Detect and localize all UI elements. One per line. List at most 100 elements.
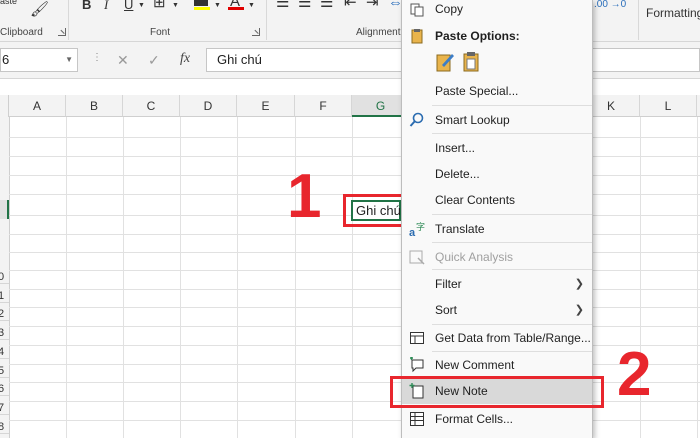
- column-header-a[interactable]: A: [9, 95, 66, 117]
- menu-item-label: Get Data from Table/Range...: [435, 331, 591, 345]
- gridline: [9, 289, 700, 290]
- insert-function-button[interactable]: fx: [180, 51, 190, 67]
- column-header-b[interactable]: B: [66, 95, 123, 117]
- menu-item-label: Sort: [435, 303, 458, 317]
- fill-color-icon[interactable]: [194, 0, 208, 6]
- search-icon: [409, 112, 424, 127]
- fill-color-bar: [194, 7, 210, 10]
- font-color-dropdown-icon[interactable]: ▼: [248, 0, 255, 13]
- decimal-change-icon[interactable]: .00 →0: [594, 0, 626, 12]
- menu-item-label: Smart Lookup: [435, 113, 510, 127]
- borders-dropdown-icon[interactable]: ▼: [172, 0, 179, 13]
- conditional-formatting-label[interactable]: Formatting: [646, 6, 700, 20]
- gridline: [180, 117, 181, 438]
- row-header-17[interactable]: 7: [0, 402, 9, 415]
- menu-item-label: Insert...: [435, 141, 476, 155]
- italic-button[interactable]: I: [104, 0, 108, 12]
- gridline: [9, 156, 700, 157]
- gridline: [66, 117, 67, 438]
- gridline: [9, 137, 700, 138]
- column-header-l[interactable]: L: [640, 95, 697, 117]
- menu-item-new-comment[interactable]: New Comment: [402, 352, 592, 378]
- svg-text:a: a: [409, 227, 416, 237]
- column-header-d[interactable]: D: [180, 95, 237, 117]
- gridline: [352, 117, 353, 438]
- name-box[interactable]: 6 ▼: [0, 48, 78, 72]
- gridline: [123, 117, 124, 438]
- bold-button[interactable]: B: [82, 0, 91, 12]
- row-header-18[interactable]: 8: [0, 421, 9, 434]
- enter-entry-button[interactable]: ✓: [148, 52, 160, 69]
- format-cells-icon: [410, 412, 424, 426]
- comment-icon: [410, 357, 424, 373]
- indent-decrease-icon[interactable]: ⇤: [344, 0, 357, 10]
- svg-text:字: 字: [416, 221, 425, 232]
- gridline: [9, 117, 10, 438]
- menu-item-clear-contents[interactable]: Clear Contents: [402, 187, 592, 213]
- ribbon: aste 🖌 Clipboard B I U ▼ ⊞ ▼ ▼ A ▼ Font …: [0, 0, 700, 42]
- menu-item-copy[interactable]: Copy: [402, 0, 592, 22]
- clipboard-launcher-icon[interactable]: [58, 28, 66, 36]
- format-painter-icon[interactable]: 🖌: [30, 2, 49, 17]
- row-header-11[interactable]: 1: [0, 290, 9, 303]
- column-header-e[interactable]: E: [237, 95, 295, 117]
- menu-item-paste-options: Paste Options:: [402, 23, 592, 49]
- borders-icon[interactable]: ⊞: [153, 0, 166, 10]
- row-header-10[interactable]: 0: [0, 271, 9, 284]
- menu-item-label: Paste Special...: [435, 84, 519, 98]
- menu-item-format-cells[interactable]: Format Cells...: [402, 406, 592, 432]
- font-launcher-icon[interactable]: [252, 28, 260, 36]
- underline-dropdown-icon[interactable]: ▼: [138, 0, 145, 13]
- name-box-value: 6: [2, 52, 10, 67]
- step2-highlight-box: [390, 376, 604, 408]
- align-left-icon[interactable]: ☰: [276, 0, 289, 10]
- submenu-arrow-icon: ❯: [574, 304, 584, 316]
- row-header-13[interactable]: 3: [0, 327, 9, 340]
- column-header-f[interactable]: F: [295, 95, 352, 117]
- menu-separator: [432, 269, 592, 270]
- paste-partial-label[interactable]: aste: [0, 0, 17, 8]
- gridline: [697, 117, 698, 438]
- ribbon-divider: [638, 0, 639, 40]
- menu-item-label: Filter: [435, 277, 462, 291]
- name-box-dropdown-icon[interactable]: ▼: [65, 49, 73, 71]
- menu-separator: [432, 133, 592, 134]
- formula-bar: 6 ▼ ⋮ ✕ ✓ fx Ghi chú: [0, 42, 700, 79]
- menu-item-label: Translate: [435, 222, 485, 236]
- column-header-c[interactable]: C: [123, 95, 180, 117]
- align-right-icon[interactable]: ☰: [320, 0, 333, 10]
- formula-bar-handle-icon[interactable]: ⋮: [92, 52, 102, 63]
- gridline: [9, 364, 700, 365]
- select-all-corner[interactable]: [0, 95, 9, 117]
- menu-item-filter[interactable]: Filter ❯: [402, 271, 592, 297]
- underline-button[interactable]: U: [124, 0, 133, 12]
- menu-item-paste-special[interactable]: Paste Special...: [402, 78, 592, 104]
- menu-item-smart-lookup[interactable]: Smart Lookup: [402, 107, 592, 133]
- menu-separator: [432, 214, 592, 215]
- menu-item-get-data[interactable]: Get Data from Table/Range...: [402, 325, 592, 351]
- table-icon: [410, 332, 424, 344]
- paste-values-icon[interactable]: [460, 51, 482, 73]
- cancel-entry-button[interactable]: ✕: [117, 52, 129, 69]
- fill-dropdown-icon[interactable]: ▼: [214, 0, 221, 13]
- row-header-16[interactable]: 6: [0, 383, 9, 396]
- menu-item-insert[interactable]: Insert...: [402, 135, 592, 161]
- gridline: [9, 307, 700, 308]
- gridline: [9, 270, 700, 271]
- context-menu: Copy Paste Options: Paste Special... Sma…: [401, 0, 593, 438]
- menu-item-delete[interactable]: Delete...: [402, 161, 592, 187]
- align-center-icon[interactable]: ☰: [298, 0, 311, 10]
- gridline: [237, 117, 238, 438]
- row-header-12[interactable]: 2: [0, 308, 9, 321]
- menu-item-translate[interactable]: a字 Translate: [402, 216, 592, 242]
- row-header-14[interactable]: 4: [0, 346, 9, 359]
- gridline: [9, 234, 700, 235]
- paste-formatting-icon[interactable]: [434, 51, 456, 73]
- menu-item-label: Quick Analysis: [435, 250, 514, 264]
- gridline: [9, 175, 700, 176]
- alignment-group-label: Alignment: [356, 27, 401, 38]
- indent-increase-icon[interactable]: ⇥: [366, 0, 379, 10]
- active-cell[interactable]: Ghi chú: [351, 200, 401, 221]
- row-header-15[interactable]: 5: [0, 365, 9, 378]
- menu-item-sort[interactable]: Sort ❯: [402, 297, 592, 323]
